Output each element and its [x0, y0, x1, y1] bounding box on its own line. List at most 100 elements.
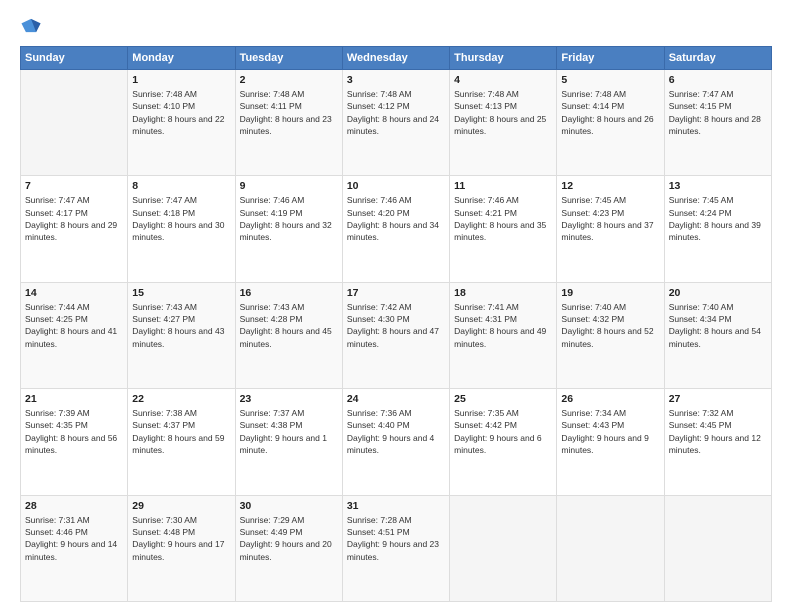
- day-detail: Sunrise: 7:48 AMSunset: 4:11 PMDaylight:…: [240, 88, 338, 137]
- day-number: 15: [132, 287, 230, 299]
- weekday-header-tuesday: Tuesday: [235, 47, 342, 70]
- day-detail: Sunrise: 7:38 AMSunset: 4:37 PMDaylight:…: [132, 407, 230, 456]
- calendar-cell: 9 Sunrise: 7:46 AMSunset: 4:19 PMDaylight…: [235, 176, 342, 282]
- day-detail: Sunrise: 7:29 AMSunset: 4:49 PMDaylight:…: [240, 514, 338, 563]
- day-number: 1: [132, 74, 230, 86]
- day-number: 27: [669, 393, 767, 405]
- calendar-cell: 11 Sunrise: 7:46 AMSunset: 4:21 PMDayligh…: [450, 176, 557, 282]
- day-number: 29: [132, 500, 230, 512]
- day-number: 8: [132, 180, 230, 192]
- day-number: 28: [25, 500, 123, 512]
- calendar-cell: 3 Sunrise: 7:48 AMSunset: 4:12 PMDaylight…: [342, 70, 449, 176]
- calendar-cell: 10Sunrise: 7:46 AMSunset: 4:20 PMDayligh…: [342, 176, 449, 282]
- calendar-cell: 29 Sunrise: 7:30 AMSunset: 4:48 PMDayligh…: [128, 495, 235, 601]
- day-detail: Sunrise: 7:45 AMSunset: 4:24 PMDaylight:…: [669, 194, 767, 243]
- day-number: 5: [561, 74, 659, 86]
- day-number: 19: [561, 287, 659, 299]
- day-detail: Sunrise: 7:28 AMSunset: 4:51 PMDaylight:…: [347, 514, 445, 563]
- calendar-week-row: 28 Sunrise: 7:31 AMSunset: 4:46 PMDayligh…: [21, 495, 772, 601]
- calendar-cell: 22 Sunrise: 7:38 AMSunset: 4:37 PMDayligh…: [128, 389, 235, 495]
- calendar-cell: 30 Sunrise: 7:29 AMSunset: 4:49 PMDayligh…: [235, 495, 342, 601]
- calendar-cell: 12 Sunrise: 7:45 AMSunset: 4:23 PMDayligh…: [557, 176, 664, 282]
- header: [20, 16, 772, 38]
- day-detail: Sunrise: 7:43 AMSunset: 4:27 PMDaylight:…: [132, 301, 230, 350]
- day-detail: Sunrise: 7:32 AMSunset: 4:45 PMDaylight:…: [669, 407, 767, 456]
- calendar-week-row: 1 Sunrise: 7:48 AMSunset: 4:10 PMDaylight…: [21, 70, 772, 176]
- day-detail: Sunrise: 7:42 AMSunset: 4:30 PMDaylight:…: [347, 301, 445, 350]
- calendar-cell: 19 Sunrise: 7:40 AMSunset: 4:32 PMDayligh…: [557, 282, 664, 388]
- day-detail: Sunrise: 7:31 AMSunset: 4:46 PMDaylight:…: [25, 514, 123, 563]
- day-detail: Sunrise: 7:46 AMSunset: 4:20 PMDaylight:…: [347, 194, 445, 243]
- day-detail: Sunrise: 7:30 AMSunset: 4:48 PMDaylight:…: [132, 514, 230, 563]
- calendar-cell: 17 Sunrise: 7:42 AMSunset: 4:30 PMDayligh…: [342, 282, 449, 388]
- day-detail: Sunrise: 7:36 AMSunset: 4:40 PMDaylight:…: [347, 407, 445, 456]
- day-detail: Sunrise: 7:48 AMSunset: 4:10 PMDaylight:…: [132, 88, 230, 137]
- calendar-cell: 7Sunrise: 7:47 AMSunset: 4:17 PMDaylight…: [21, 176, 128, 282]
- day-number: 22: [132, 393, 230, 405]
- day-number: 3: [347, 74, 445, 86]
- day-number: 7: [25, 180, 123, 192]
- day-number: 26: [561, 393, 659, 405]
- calendar-cell: 24 Sunrise: 7:36 AMSunset: 4:40 PMDayligh…: [342, 389, 449, 495]
- day-number: 11: [454, 180, 552, 192]
- logo: [20, 16, 46, 38]
- day-detail: Sunrise: 7:45 AMSunset: 4:23 PMDaylight:…: [561, 194, 659, 243]
- day-detail: Sunrise: 7:48 AMSunset: 4:13 PMDaylight:…: [454, 88, 552, 137]
- day-number: 30: [240, 500, 338, 512]
- day-detail: Sunrise: 7:40 AMSunset: 4:34 PMDaylight:…: [669, 301, 767, 350]
- day-detail: Sunrise: 7:47 AMSunset: 4:15 PMDaylight:…: [669, 88, 767, 137]
- day-number: 14: [25, 287, 123, 299]
- day-number: 13: [669, 180, 767, 192]
- calendar-cell: 15 Sunrise: 7:43 AMSunset: 4:27 PMDayligh…: [128, 282, 235, 388]
- logo-icon: [20, 16, 42, 38]
- day-number: 31: [347, 500, 445, 512]
- day-number: 6: [669, 74, 767, 86]
- calendar-cell: 13 Sunrise: 7:45 AMSunset: 4:24 PMDayligh…: [664, 176, 771, 282]
- calendar-cell: 23Sunrise: 7:37 AMSunset: 4:38 PMDayligh…: [235, 389, 342, 495]
- day-number: 21: [25, 393, 123, 405]
- calendar-cell: 16 Sunrise: 7:43 AMSunset: 4:28 PMDayligh…: [235, 282, 342, 388]
- calendar-cell: 25Sunrise: 7:35 AMSunset: 4:42 PMDayligh…: [450, 389, 557, 495]
- day-detail: Sunrise: 7:40 AMSunset: 4:32 PMDaylight:…: [561, 301, 659, 350]
- calendar-cell: 18Sunrise: 7:41 AMSunset: 4:31 PMDayligh…: [450, 282, 557, 388]
- weekday-header-wednesday: Wednesday: [342, 47, 449, 70]
- calendar-cell: 26 Sunrise: 7:34 AMSunset: 4:43 PMDayligh…: [557, 389, 664, 495]
- calendar-cell: 1 Sunrise: 7:48 AMSunset: 4:10 PMDaylight…: [128, 70, 235, 176]
- day-number: 17: [347, 287, 445, 299]
- calendar-cell: 8 Sunrise: 7:47 AMSunset: 4:18 PMDaylight…: [128, 176, 235, 282]
- calendar-cell: [21, 70, 128, 176]
- calendar-cell: [664, 495, 771, 601]
- calendar-table: SundayMondayTuesdayWednesdayThursdayFrid…: [20, 46, 772, 602]
- day-number: 20: [669, 287, 767, 299]
- calendar-cell: 28 Sunrise: 7:31 AMSunset: 4:46 PMDayligh…: [21, 495, 128, 601]
- calendar-cell: 27 Sunrise: 7:32 AMSunset: 4:45 PMDayligh…: [664, 389, 771, 495]
- day-number: 12: [561, 180, 659, 192]
- day-number: 24: [347, 393, 445, 405]
- day-detail: Sunrise: 7:37 AMSunset: 4:38 PMDaylight:…: [240, 407, 338, 456]
- day-number: 25: [454, 393, 552, 405]
- calendar-week-row: 21 Sunrise: 7:39 AMSunset: 4:35 PMDayligh…: [21, 389, 772, 495]
- day-number: 9: [240, 180, 338, 192]
- weekday-header-row: SundayMondayTuesdayWednesdayThursdayFrid…: [21, 47, 772, 70]
- day-detail: Sunrise: 7:39 AMSunset: 4:35 PMDaylight:…: [25, 407, 123, 456]
- day-detail: Sunrise: 7:44 AMSunset: 4:25 PMDaylight:…: [25, 301, 123, 350]
- weekday-header-thursday: Thursday: [450, 47, 557, 70]
- day-detail: Sunrise: 7:47 AMSunset: 4:18 PMDaylight:…: [132, 194, 230, 243]
- weekday-header-monday: Monday: [128, 47, 235, 70]
- calendar-cell: 5Sunrise: 7:48 AMSunset: 4:14 PMDaylight…: [557, 70, 664, 176]
- day-detail: Sunrise: 7:48 AMSunset: 4:12 PMDaylight:…: [347, 88, 445, 137]
- day-number: 16: [240, 287, 338, 299]
- weekday-header-saturday: Saturday: [664, 47, 771, 70]
- calendar-cell: 14 Sunrise: 7:44 AMSunset: 4:25 PMDayligh…: [21, 282, 128, 388]
- calendar-cell: 6 Sunrise: 7:47 AMSunset: 4:15 PMDaylight…: [664, 70, 771, 176]
- day-detail: Sunrise: 7:34 AMSunset: 4:43 PMDaylight:…: [561, 407, 659, 456]
- calendar-cell: 4Sunrise: 7:48 AMSunset: 4:13 PMDaylight…: [450, 70, 557, 176]
- weekday-header-friday: Friday: [557, 47, 664, 70]
- calendar-week-row: 14 Sunrise: 7:44 AMSunset: 4:25 PMDayligh…: [21, 282, 772, 388]
- day-number: 2: [240, 74, 338, 86]
- calendar-week-row: 7Sunrise: 7:47 AMSunset: 4:17 PMDaylight…: [21, 176, 772, 282]
- day-detail: Sunrise: 7:43 AMSunset: 4:28 PMDaylight:…: [240, 301, 338, 350]
- day-detail: Sunrise: 7:46 AMSunset: 4:19 PMDaylight:…: [240, 194, 338, 243]
- day-detail: Sunrise: 7:46 AMSunset: 4:21 PMDaylight:…: [454, 194, 552, 243]
- calendar-cell: [450, 495, 557, 601]
